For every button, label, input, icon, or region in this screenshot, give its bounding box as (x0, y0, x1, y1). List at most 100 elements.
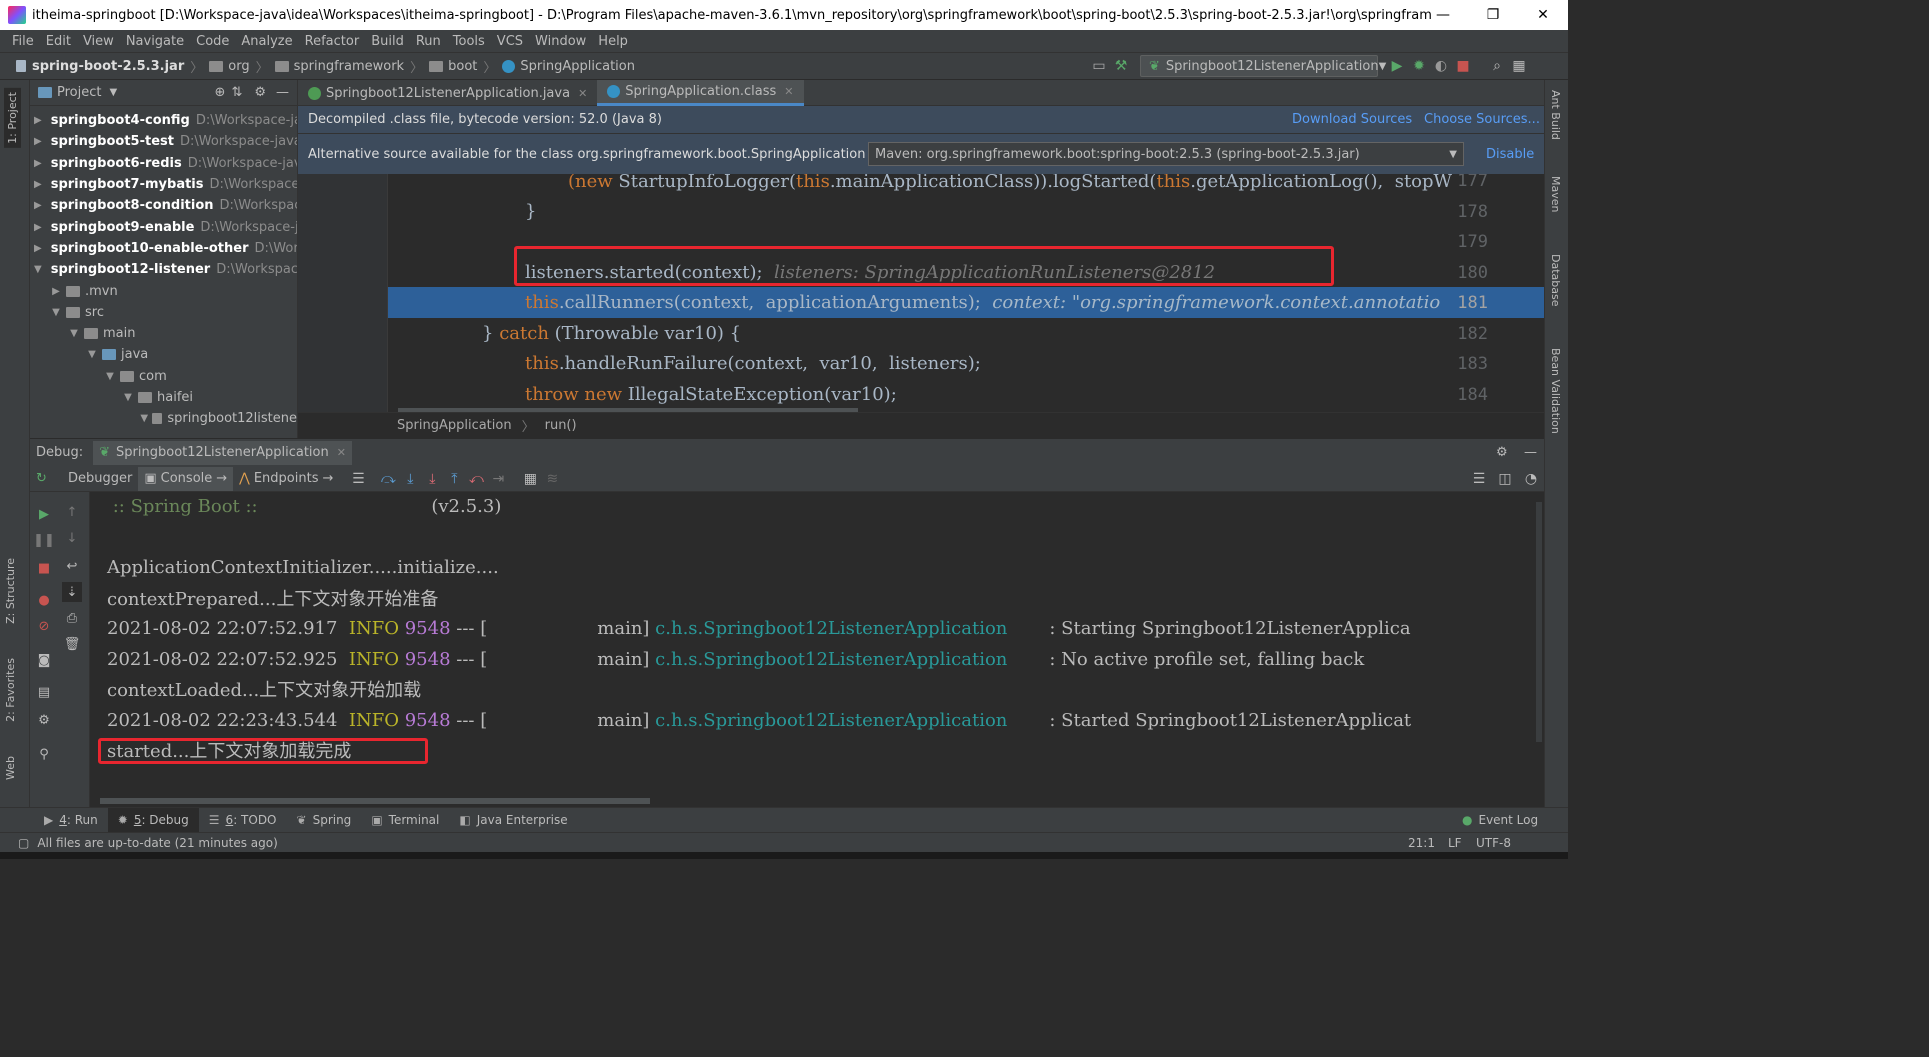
gear-icon[interactable]: ⚙ (1496, 445, 1508, 460)
tree-row[interactable]: ▼ com (30, 366, 297, 387)
pause-icon[interactable]: ❚❚ (33, 530, 55, 550)
stop-icon[interactable]: ■ (34, 558, 54, 578)
scroll-to-end-icon[interactable]: ⇣ (62, 582, 82, 602)
search-icon[interactable]: ⌕ (1486, 55, 1508, 77)
editor-crumb-method[interactable]: run() (545, 418, 577, 433)
tree-row[interactable]: ▶springboot9-enableD:\Workspace-jav (30, 216, 297, 237)
bean-validation-tool-tab[interactable]: Bean Validation (1549, 348, 1562, 434)
breadcrumb-org[interactable]: org 〉 (209, 57, 269, 76)
project-tool-tab[interactable]: 1: Project (4, 88, 21, 148)
breadcrumb-jar[interactable]: spring-boot-2.5.3.jar 〉 (16, 57, 203, 76)
close-tab-icon[interactable]: ✕ (784, 85, 793, 98)
tree-row[interactable]: ▶ springboot5-test D:\Workspace-java\i (30, 131, 297, 152)
tab-debugger[interactable]: Debugger (62, 467, 138, 491)
layout-icon[interactable]: ◫ (1494, 468, 1516, 490)
locate-icon[interactable]: ⊕ (215, 85, 226, 100)
list-icon[interactable]: ☰ (1468, 468, 1490, 490)
close-window-button[interactable]: ✕ (1520, 0, 1566, 30)
database-tool-tab[interactable]: Database (1549, 254, 1562, 307)
menu-tools[interactable]: Tools (447, 34, 491, 49)
menu-refactor[interactable]: Refactor (299, 34, 366, 49)
menu-run[interactable]: Run (410, 34, 447, 49)
terminal-tool-button[interactable]: ▣ Terminal (361, 808, 449, 833)
menu-build[interactable]: Build (365, 34, 410, 49)
close-icon[interactable]: ✕ (337, 446, 346, 459)
trace-icon[interactable]: ≋ (541, 468, 563, 490)
editor-crumb-class[interactable]: SpringApplication (397, 418, 512, 433)
close-tab-icon[interactable]: ✕ (578, 87, 587, 100)
tree-row[interactable]: ▼ src (30, 302, 297, 323)
soft-wrap-icon[interactable]: ↩ (62, 556, 82, 576)
force-step-into-icon[interactable]: ⤓ (421, 468, 443, 490)
debug-tool-button[interactable]: ✹ 5: Debug (107, 807, 199, 833)
line-number-gutter[interactable] (298, 174, 388, 412)
vertical-scrollbar[interactable] (1536, 502, 1542, 742)
menu-window[interactable]: Window (529, 34, 592, 49)
run-to-cursor-icon[interactable]: ⇥ (487, 468, 509, 490)
tab-spring-application-class[interactable]: SpringApplication.class ✕ (597, 80, 804, 106)
up-arrow-icon[interactable]: ↑ (62, 502, 82, 522)
project-view-select[interactable]: Project (57, 85, 101, 100)
spring-tool-button[interactable]: ❦ Spring (287, 808, 362, 833)
drop-frame-icon[interactable]: ⤺ (465, 468, 487, 490)
menu-navigate[interactable]: Navigate (120, 34, 190, 49)
tab-endpoints[interactable]: ⋀ Endpoints → (233, 467, 339, 491)
tree-row[interactable]: ▼ java (30, 344, 297, 365)
todo-tool-button[interactable]: ☰ 6: TODO (199, 808, 287, 833)
menu-file[interactable]: File (6, 34, 40, 49)
toggle-tool-windows-icon[interactable]: ▢ (18, 836, 29, 850)
build-hammer-icon[interactable]: ⚒ (1110, 55, 1132, 77)
breadcrumb-boot[interactable]: boot 〉 (429, 57, 496, 76)
tree-row[interactable]: ▼ main (30, 323, 297, 344)
tree-row[interactable]: ▶springboot6-redisD:\Workspace-java\ (30, 153, 297, 174)
tree-row[interactable]: ▶ springboot7-mybatis D:\Workspace-j (30, 174, 297, 195)
tree-row[interactable]: ▼ haifei (30, 387, 297, 408)
event-log-button[interactable]: ● Event Log (1452, 808, 1548, 833)
view-breakpoints-icon[interactable]: ● (34, 590, 54, 610)
menu-vcs[interactable]: VCS (491, 34, 529, 49)
stop-icon[interactable]: ■ (1452, 55, 1474, 77)
alternative-source-select[interactable]: Maven: org.springframework.boot:spring-b… (868, 142, 1464, 166)
tab-springboot12-listener-application[interactable]: Springboot12ListenerApplication.java ✕ (298, 80, 597, 106)
tab-console[interactable]: ▣ Console → (138, 466, 234, 491)
layout-icon[interactable]: ▤ (34, 682, 54, 702)
evaluate-expression-icon[interactable]: ▦ (519, 468, 541, 490)
print-icon[interactable]: ⎙ (62, 608, 82, 628)
disable-link[interactable]: Disable (1486, 147, 1534, 162)
menu-view[interactable]: View (77, 34, 120, 49)
choose-sources-link[interactable]: Choose Sources... (1424, 112, 1540, 127)
breadcrumb-class[interactable]: SpringApplication (502, 59, 635, 74)
tree-row[interactable]: ▶ .mvn (30, 280, 297, 301)
step-into-icon[interactable]: ⤓ (399, 468, 421, 490)
line-separator[interactable]: LF (1448, 836, 1462, 850)
breadcrumb-springframework[interactable]: springframework 〉 (274, 57, 423, 76)
down-arrow-icon[interactable]: ↓ (62, 528, 82, 548)
minimize-button[interactable]: — (1420, 0, 1466, 30)
ant-build-tool-tab[interactable]: Ant Build (1549, 90, 1562, 140)
tree-row[interactable]: ▼ springboot12listene (30, 408, 297, 429)
debug-session-tab[interactable]: ❦ Springboot12ListenerApplication ✕ (93, 440, 352, 465)
tree-row[interactable]: ▶springboot10-enable-otherD:\Works (30, 238, 297, 259)
open-folder-icon[interactable]: ▭ (1088, 55, 1110, 77)
code-editor[interactable]: 177 178 179 180 181 182 183 184 (new Sta… (298, 174, 1544, 412)
menu-code[interactable]: Code (190, 34, 235, 49)
debug-bug-icon[interactable]: ✹ (1408, 55, 1430, 77)
java-enterprise-tool-button[interactable]: ◧ Java Enterprise (449, 808, 577, 833)
tree-row[interactable]: ▼springboot12-listenerD:\Workspace-j (30, 259, 297, 280)
favorites-tool-tab[interactable]: 2: Favorites (4, 658, 17, 722)
menu-help[interactable]: Help (592, 34, 634, 49)
collapse-all-icon[interactable]: ⇅ (231, 85, 242, 100)
chevron-down-icon[interactable]: ▼ (109, 87, 117, 98)
project-structure-icon[interactable]: ▦ (1508, 55, 1530, 77)
gear-icon[interactable]: ⚙ (254, 85, 266, 100)
show-execution-point-icon[interactable]: ☰ (347, 468, 369, 490)
rerun-icon[interactable]: ↻ (36, 471, 58, 486)
run-configuration-select[interactable]: ❦ Springboot12ListenerApplication ▼ (1140, 55, 1386, 77)
trash-icon[interactable]: 🗑 (62, 634, 82, 654)
download-sources-link[interactable]: Download Sources (1292, 112, 1412, 127)
speedometer-icon[interactable]: ◔ (1520, 468, 1542, 490)
web-tool-tab[interactable]: Web (4, 756, 17, 780)
maven-tool-tab[interactable]: Maven (1549, 176, 1562, 212)
camera-icon[interactable]: ◙ (34, 650, 54, 670)
coverage-icon[interactable]: ◐ (1430, 55, 1452, 77)
